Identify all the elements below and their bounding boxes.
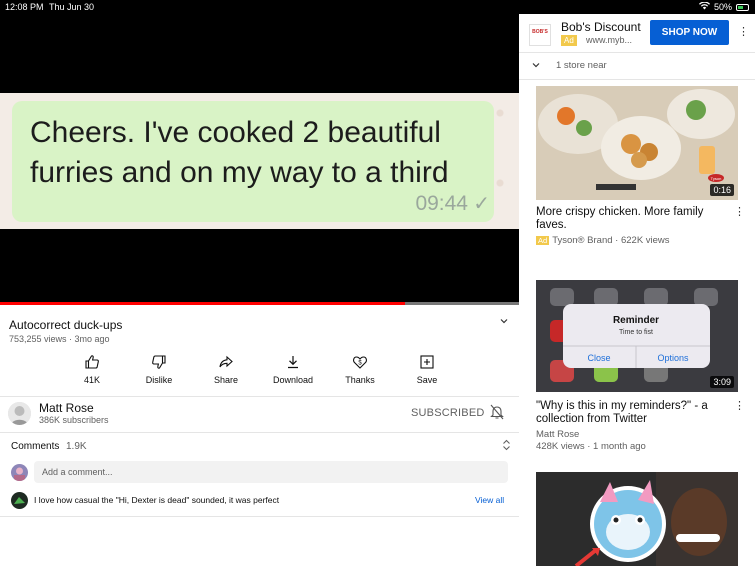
save-label: Save: [416, 375, 438, 385]
chevron-down-icon[interactable]: [499, 316, 509, 329]
battery-icon: [736, 3, 749, 11]
more-options-icon[interactable]: ⋮: [734, 205, 745, 218]
video-duration: 0:16: [710, 184, 734, 196]
status-time: 12:08 PM: [5, 2, 44, 12]
store-row[interactable]: 1 store near: [531, 60, 607, 73]
thumbs-up-icon: [62, 354, 122, 372]
ad-badge: Ad: [561, 35, 577, 46]
view-all-link[interactable]: View all: [475, 495, 504, 505]
subscribed-button[interactable]: SUBSCRIBED: [411, 407, 485, 419]
save-icon: [397, 354, 457, 372]
comments-count: 1.9K: [66, 441, 87, 452]
thumb-brand-text: Tyson: [711, 176, 722, 181]
more-options-icon[interactable]: ⋮: [734, 399, 745, 412]
divider: [0, 396, 519, 397]
video-title[interactable]: More crispy chicken. More family faves.: [536, 206, 726, 232]
save-button[interactable]: Save: [397, 354, 457, 385]
divider: [0, 432, 519, 433]
download-label: Download: [272, 375, 314, 385]
video-thumbnail[interactable]: Tyson 0:16: [536, 86, 738, 200]
channel-subscribers: 386K subscribers: [39, 415, 109, 425]
store-note: 1 store near: [556, 60, 607, 71]
video-thumbnail[interactable]: Reminder Time to fist Close Options 3:09: [536, 280, 738, 392]
share-label: Share: [213, 375, 239, 385]
video-meta: 753,255 views · 3mo ago: [9, 334, 110, 344]
thanks-button[interactable]: $ Thanks: [330, 354, 390, 385]
status-bar: 12:08 PM Thu Jun 30 50%: [0, 0, 755, 14]
dislike-label: Dislike: [145, 375, 173, 385]
ad-badge: Ad: [536, 236, 550, 245]
chat-bubble: Cheers. I've cooked 2 beautiful furries …: [12, 101, 494, 222]
battery-percent: 50%: [713, 2, 732, 12]
thumbs-down-icon: [129, 354, 189, 372]
divider: [0, 516, 519, 517]
thanks-label: Thanks: [345, 375, 375, 385]
chat-line-1: Cheers. I've cooked 2 beautiful: [30, 116, 441, 149]
commenter-avatar[interactable]: [11, 492, 28, 509]
ad-title[interactable]: Bob's Discount: [561, 20, 641, 34]
comments-heading[interactable]: Comments: [11, 441, 59, 452]
wifi-icon: [698, 1, 710, 12]
like-button[interactable]: 41K: [62, 354, 122, 385]
chat-line-2: furries and on my way to a third: [30, 156, 449, 189]
channel-name[interactable]: Matt Rose: [39, 401, 94, 415]
progress-fill: [0, 302, 405, 305]
dislike-button[interactable]: Dislike: [129, 354, 189, 385]
advertiser-logo[interactable]: BOB'S: [529, 24, 551, 46]
video-title[interactable]: Autocorrect duck-ups: [9, 318, 122, 332]
divider: [519, 52, 755, 53]
divider: [519, 79, 755, 80]
video-thumbnail[interactable]: [536, 472, 738, 566]
reminder-close: Close: [587, 353, 610, 363]
download-icon: [263, 354, 323, 372]
reminder-dialog-title: Reminder: [613, 315, 659, 326]
status-right: 50%: [698, 1, 749, 12]
video-meta-text: Tyson® Brand · 622K views: [552, 235, 670, 246]
video-channel[interactable]: Matt Rose: [536, 429, 579, 440]
expand-comments-icon[interactable]: [502, 439, 511, 453]
shop-now-button[interactable]: SHOP NOW: [650, 20, 729, 45]
share-button[interactable]: Share: [196, 354, 256, 385]
thanks-icon: $: [330, 354, 390, 372]
video-progress-bar[interactable]: [0, 302, 519, 305]
user-avatar: [11, 464, 28, 481]
channel-avatar[interactable]: [8, 402, 31, 425]
check-icon: ✓: [473, 193, 490, 215]
video-meta: Ad Tyson® Brand · 622K views: [536, 235, 670, 246]
comment-input[interactable]: Add a comment...: [34, 461, 508, 483]
chat-message: Cheers. I've cooked 2 beautiful furries …: [30, 113, 490, 193]
reminder-options: Options: [657, 353, 689, 363]
share-icon: [196, 354, 256, 372]
related-panel: BOB'S Bob's Discount Ad www.myb... SHOP …: [519, 14, 755, 566]
like-count: 41K: [83, 375, 100, 385]
bell-off-icon[interactable]: [490, 404, 504, 425]
video-meta: 428K views · 1 month ago: [536, 441, 646, 452]
top-comment: I love how casual the "Hi, Dexter is dea…: [34, 495, 280, 505]
reminder-dialog-body: Time to fist: [619, 329, 653, 336]
status-date: Thu Jun 30: [49, 2, 95, 12]
ad-url[interactable]: www.myb...: [586, 35, 632, 45]
video-frame: Cheers. I've cooked 2 beautiful furries …: [0, 93, 519, 229]
download-button[interactable]: Download: [263, 354, 323, 385]
video-player[interactable]: Cheers. I've cooked 2 beautiful furries …: [0, 14, 519, 305]
video-title[interactable]: "Why is this in my reminders?" - a colle…: [536, 400, 726, 426]
action-bar: 41K Dislike Share Download $ Thanks Save: [62, 354, 462, 388]
more-options-icon[interactable]: ⋮: [738, 25, 749, 38]
advertiser-logo-text: BOB'S: [532, 29, 548, 35]
chat-timestamp: 09:44: [415, 192, 468, 215]
chevron-down-icon: [531, 62, 541, 73]
video-duration: 3:09: [710, 376, 734, 388]
